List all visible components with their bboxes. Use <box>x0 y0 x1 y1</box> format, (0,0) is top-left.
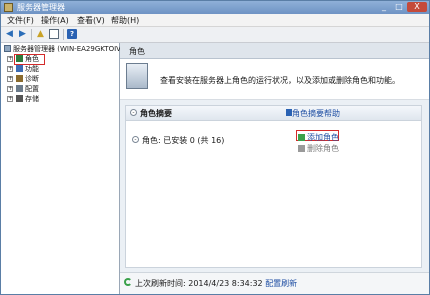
server-roles-icon <box>126 63 148 89</box>
roles-summary-panel: - 角色摘要 角色摘要帮助 - 角色: 已安装 0 (共 16) 添加角色 删除… <box>125 105 422 268</box>
tree-item-features[interactable]: 功能 <box>16 65 39 73</box>
banner-description: 查看安装在服务器上角色的运行状况，以及添加或删除角色和功能。 <box>160 76 400 85</box>
add-role-label: 添加角色 <box>307 133 339 142</box>
maximize-button[interactable]: □ <box>392 2 406 12</box>
roles-installed-count: 角色: 已安装 0 (共 16) <box>142 136 225 145</box>
add-role-icon <box>298 134 305 141</box>
window-title: 服务器管理器 <box>17 3 65 12</box>
status-text: 上次刷新时间: 2014/4/23 8:34:32 配置刷新 <box>135 278 297 289</box>
roles-icon <box>16 55 23 62</box>
tree-item-roles[interactable]: 角色 <box>16 55 39 63</box>
menu-bar: 文件(F) 操作(A) 查看(V) 帮助(H) <box>1 14 429 27</box>
content-pane: 角色 查看安装在服务器上角色的运行状况，以及添加或删除角色和功能。 - 角色摘要… <box>120 43 429 294</box>
expand-storage-icon[interactable]: + <box>7 96 13 102</box>
back-arrow-icon[interactable]: ◀ <box>4 29 15 40</box>
close-button[interactable]: X <box>407 2 427 12</box>
menu-view[interactable]: 查看(V) <box>77 15 105 26</box>
tree-item-storage[interactable]: 存储 <box>16 95 39 103</box>
remove-role-link[interactable]: 删除角色 <box>298 143 339 154</box>
content-header: 角色 <box>120 43 429 59</box>
tree-item-label: 配置 <box>25 85 39 93</box>
diagnostics-icon <box>16 75 23 82</box>
configuration-icon <box>16 85 23 92</box>
menu-action[interactable]: 操作(A) <box>41 15 69 26</box>
refresh-icon[interactable] <box>124 278 132 286</box>
toolbar: ◀ ▶ ▲ ? <box>1 27 429 43</box>
content-title: 角色 <box>129 47 145 56</box>
features-icon <box>16 65 23 72</box>
minimize-button[interactable]: _ <box>377 2 391 12</box>
roles-summary-title: 角色摘要 <box>140 109 172 118</box>
storage-icon <box>16 95 23 102</box>
tree-item-label: 存储 <box>25 95 39 103</box>
summary-area: - 角色摘要 角色摘要帮助 - 角色: 已安装 0 (共 16) 添加角色 删除… <box>120 100 429 272</box>
tree-item-label: 功能 <box>25 65 39 73</box>
remove-role-label: 删除角色 <box>307 144 339 153</box>
tree-item-label: 角色 <box>25 55 39 63</box>
title-bar[interactable]: 服务器管理器 _ □ X <box>1 1 429 14</box>
server-icon <box>4 45 11 52</box>
collapse-roles-icon[interactable]: - <box>132 136 139 143</box>
collapse-summary-icon[interactable]: - <box>130 109 137 116</box>
roles-banner: 查看安装在服务器上角色的运行状况，以及添加或删除角色和功能。 <box>120 59 429 99</box>
server-manager-window: 服务器管理器 _ □ X 文件(F) 操作(A) 查看(V) 帮助(H) ◀ ▶… <box>0 0 430 295</box>
add-role-link[interactable]: 添加角色 <box>298 132 339 143</box>
toolbar-separator <box>63 29 64 40</box>
tree-root-label: 服务器管理器 (WIN-EA29GKTOIV <box>13 45 121 53</box>
navigation-tree: 服务器管理器 (WIN-EA29GKTOIV + 角色 + 功能 + 诊断 + … <box>1 43 121 294</box>
tree-root[interactable]: 服务器管理器 (WIN-EA29GKTOIV <box>4 45 121 53</box>
tree-item-diagnostics[interactable]: 诊断 <box>16 75 39 83</box>
tree-item-label: 诊断 <box>25 75 39 83</box>
expand-roles-icon[interactable]: + <box>7 56 13 62</box>
expand-diagnostics-icon[interactable]: + <box>7 76 13 82</box>
app-icon <box>4 3 13 12</box>
expand-configuration-icon[interactable]: + <box>7 86 13 92</box>
forward-arrow-icon[interactable]: ▶ <box>17 29 28 40</box>
help-icon[interactable]: ? <box>67 29 77 39</box>
show-hide-tree-icon[interactable] <box>49 29 59 39</box>
roles-summary-help-link[interactable]: 角色摘要帮助 <box>292 108 340 119</box>
remove-role-icon <box>298 145 305 152</box>
panel-header: - 角色摘要 角色摘要帮助 <box>126 106 421 121</box>
expand-features-icon[interactable]: + <box>7 66 13 72</box>
menu-file[interactable]: 文件(F) <box>7 15 34 26</box>
last-refresh-time: 上次刷新时间: 2014/4/23 8:34:32 <box>135 279 263 288</box>
tree-item-configuration[interactable]: 配置 <box>16 85 39 93</box>
up-folder-icon[interactable]: ▲ <box>35 29 46 40</box>
configure-refresh-link[interactable]: 配置刷新 <box>265 279 297 288</box>
toolbar-separator <box>31 29 32 40</box>
status-bar: 上次刷新时间: 2014/4/23 8:34:32 配置刷新 <box>120 272 429 294</box>
menu-help[interactable]: 帮助(H) <box>111 15 139 26</box>
